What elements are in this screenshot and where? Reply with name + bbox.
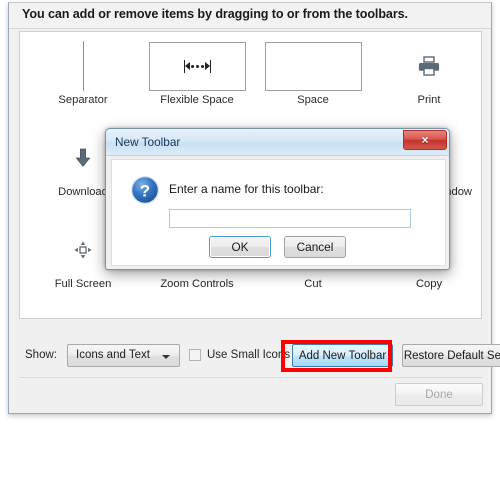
show-label: Show: bbox=[25, 349, 57, 361]
palette-item-flexible-space[interactable]: Flexible Space bbox=[138, 38, 256, 116]
customize-toolbar-window: You can add or remove items by dragging … bbox=[8, 2, 500, 414]
palette-item-label: Full Screen bbox=[54, 278, 112, 290]
separator-line-icon bbox=[24, 38, 142, 94]
palette-item-separator[interactable]: Separator bbox=[24, 38, 142, 116]
dialog-body: ? Enter a name for this toolbar: OK Canc… bbox=[111, 159, 446, 266]
palette-item-label: Zoom Controls bbox=[160, 278, 234, 290]
svg-text:?: ? bbox=[140, 181, 150, 200]
palette-item-label: Copy bbox=[415, 278, 443, 290]
ok-button[interactable]: OK bbox=[209, 236, 271, 258]
footer-divider bbox=[19, 377, 482, 378]
instruction-text: You can add or remove items by dragging … bbox=[22, 7, 408, 21]
show-dropdown[interactable]: Icons and Text bbox=[67, 344, 180, 367]
dialog-titlebar: New Toolbar × bbox=[106, 129, 449, 156]
flexible-space-icon bbox=[138, 38, 256, 94]
new-toolbar-dialog: New Toolbar × ? Enter a name for this to… bbox=[105, 128, 450, 270]
palette-row: Separator Flexible Space Space Print bbox=[20, 38, 481, 116]
palette-item-label: Print bbox=[417, 94, 441, 106]
chevron-down-icon bbox=[162, 355, 170, 359]
done-button[interactable]: Done bbox=[395, 383, 483, 406]
use-small-icons-checkbox[interactable] bbox=[189, 349, 201, 361]
close-icon[interactable]: × bbox=[403, 130, 447, 150]
dialog-prompt-text: Enter a name for this toolbar: bbox=[169, 182, 324, 196]
show-dropdown-value: Icons and Text bbox=[76, 349, 150, 361]
space-box-icon bbox=[254, 38, 372, 94]
instruction-bar: You can add or remove items by dragging … bbox=[9, 3, 491, 29]
palette-item-space[interactable]: Space bbox=[254, 38, 372, 116]
palette-item-label: Flexible Space bbox=[160, 94, 234, 106]
use-small-icons-label: Use Small Icons bbox=[207, 349, 291, 361]
restore-default-set-button[interactable]: Restore Default Set bbox=[402, 344, 500, 367]
cancel-button[interactable]: Cancel bbox=[284, 236, 346, 258]
palette-item-label: Separator bbox=[58, 94, 108, 106]
toolbar-name-input[interactable] bbox=[169, 209, 411, 228]
question-mark-icon: ? bbox=[130, 175, 160, 205]
printer-icon bbox=[370, 38, 488, 94]
palette-item-label: Space bbox=[297, 94, 329, 106]
palette-item-print[interactable]: Print bbox=[370, 38, 488, 116]
palette-item-label: Cut bbox=[304, 278, 322, 290]
add-new-toolbar-button[interactable]: Add New Toolbar bbox=[292, 344, 393, 367]
bottom-controls-bar: Show: Icons and Text Use Small Icons Add… bbox=[19, 343, 500, 369]
dialog-title: New Toolbar bbox=[115, 135, 181, 149]
